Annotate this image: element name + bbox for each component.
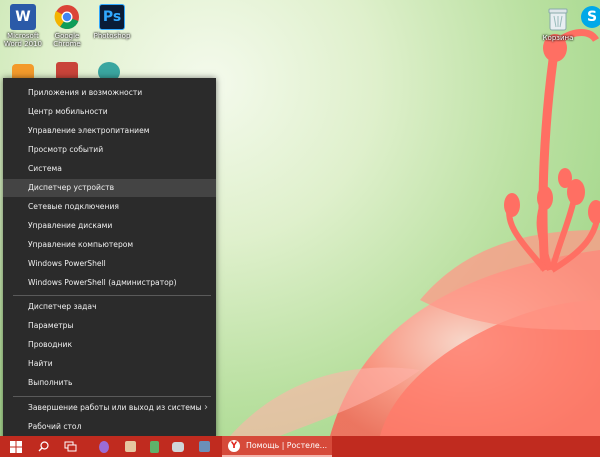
app-icon (149, 440, 159, 453)
cortana-icon (99, 440, 109, 453)
app-icon (198, 441, 210, 452)
menu-item-device-manager[interactable]: Диспетчер устройств (3, 179, 216, 197)
task-view-icon (64, 441, 76, 452)
taskbar-app-4[interactable] (166, 436, 190, 457)
menu-item-power-options[interactable]: Управление электропитанием (3, 122, 216, 140)
taskbar-app-cortana[interactable] (92, 436, 116, 457)
menu-item-powershell[interactable]: Windows PowerShell (3, 255, 216, 273)
menu-item-shutdown-signout[interactable]: Завершение работы или выход из системы › (3, 399, 216, 417)
search-icon (38, 441, 49, 452)
taskbar-app-yandex-browser[interactable]: Y Помощь | Ростеле... (222, 436, 332, 457)
desktop-icon-label: Microsoft Word 2010 (3, 32, 43, 48)
desktop-icon-label: Photoshop (93, 32, 131, 40)
chrome-icon (54, 4, 80, 30)
menu-item-mobility-center[interactable]: Центр мобильности (3, 103, 216, 121)
taskbar-app-2[interactable] (118, 436, 142, 457)
recycle-bin-icon (545, 6, 571, 32)
menu-separator (13, 295, 211, 296)
taskbar-app-5[interactable] (192, 436, 216, 457)
menu-item-powershell-admin[interactable]: Windows PowerShell (администратор) (3, 274, 216, 292)
menu-item-search[interactable]: Найти (3, 355, 216, 373)
desktop-icon-recycle-bin[interactable]: Корзина (538, 6, 578, 42)
desktop-icon-photoshop[interactable]: Ps Photoshop (92, 4, 132, 40)
search-button[interactable] (32, 436, 54, 457)
desktop-icon-label: Google Chrome (53, 32, 81, 48)
app-icon (124, 441, 136, 452)
menu-item-explorer[interactable]: Проводник (3, 336, 216, 354)
menu-separator (13, 396, 211, 397)
system-tray (430, 436, 600, 457)
taskbar: Y Помощь | Ростеле... (0, 436, 600, 457)
menu-item-disk-management[interactable]: Управление дисками (3, 217, 216, 235)
desktop-icon-skype[interactable]: S (580, 6, 600, 28)
menu-item-event-viewer[interactable]: Просмотр событий (3, 141, 216, 159)
desktop-icon-chrome[interactable]: Google Chrome (47, 4, 87, 48)
taskbar-app-3[interactable] (142, 436, 166, 457)
desktop-icon-label: Корзина (542, 34, 574, 42)
yandex-browser-icon: Y (228, 440, 240, 452)
menu-item-apps-features[interactable]: Приложения и возможности (3, 84, 216, 102)
menu-item-desktop[interactable]: Рабочий стол (3, 418, 216, 436)
start-button[interactable] (4, 436, 28, 457)
taskbar-app-label: Помощь | Ростеле... (246, 441, 328, 450)
desktop-icon-word[interactable]: W Microsoft Word 2010 (3, 4, 43, 48)
photoshop-icon: Ps (99, 4, 125, 30)
app-icon (172, 441, 184, 452)
menu-item-computer-management[interactable]: Управление компьютером (3, 236, 216, 254)
menu-item-network-connections[interactable]: Сетевые подключения (3, 198, 216, 216)
windows-logo-icon (10, 440, 22, 453)
menu-item-task-manager[interactable]: Диспетчер задач (3, 298, 216, 316)
task-view-button[interactable] (58, 436, 82, 457)
chevron-right-icon: › (204, 402, 208, 413)
skype-icon: S (581, 6, 600, 28)
word-icon: W (10, 4, 36, 30)
menu-item-system[interactable]: Система (3, 160, 216, 178)
winx-context-menu: Приложения и возможности Центр мобильнос… (3, 78, 216, 442)
menu-item-run[interactable]: Выполнить (3, 374, 216, 392)
menu-item-settings[interactable]: Параметры (3, 317, 216, 335)
